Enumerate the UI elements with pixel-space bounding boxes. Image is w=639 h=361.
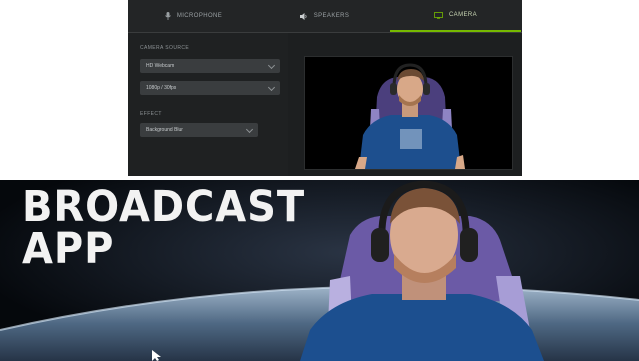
chevron-down-icon <box>267 83 276 92</box>
broadcast-app-window: MICROPHONE SPEAKERS CAMERA CAMERA SOURCE… <box>128 0 522 176</box>
camera-preview <box>304 56 513 170</box>
tab-camera-label: CAMERA <box>448 12 478 18</box>
speaker-icon <box>299 12 308 20</box>
banner-title-line2: APP <box>22 224 115 274</box>
chevron-down-icon <box>245 125 254 134</box>
banner-title-line1: BROADCAST <box>22 182 306 232</box>
source-device-label: CAMERA SOURCE <box>140 45 190 51</box>
effect-select[interactable]: Background Blur <box>140 123 258 137</box>
webcam-person-image <box>305 57 512 169</box>
tab-microphone[interactable]: MICROPHONE <box>128 0 259 32</box>
camera-icon <box>434 11 443 19</box>
chevron-down-icon <box>267 61 276 70</box>
promo-banner: BROADCAST APP <box>0 180 639 361</box>
effect-label: EFFECT <box>140 111 162 117</box>
tab-microphone-label: MICROPHONE <box>176 13 223 19</box>
device-select-value: HD Webcam <box>146 63 175 69</box>
settings-panel: CAMERA SOURCE HD Webcam 1080p / 30fps EF… <box>128 33 288 176</box>
banner-title: BROADCAST APP <box>22 182 306 274</box>
resolution-select[interactable]: 1080p / 30fps <box>140 81 280 95</box>
resolution-select-value: 1080p / 30fps <box>146 85 177 91</box>
effect-select-value: Background Blur <box>146 127 183 133</box>
device-select[interactable]: HD Webcam <box>140 59 280 73</box>
tab-bar: MICROPHONE SPEAKERS CAMERA <box>128 0 522 33</box>
tab-camera[interactable]: CAMERA <box>390 0 521 32</box>
microphone-icon <box>165 12 171 20</box>
tab-speakers-label: SPEAKERS <box>313 13 350 19</box>
tab-speakers[interactable]: SPEAKERS <box>259 0 390 32</box>
